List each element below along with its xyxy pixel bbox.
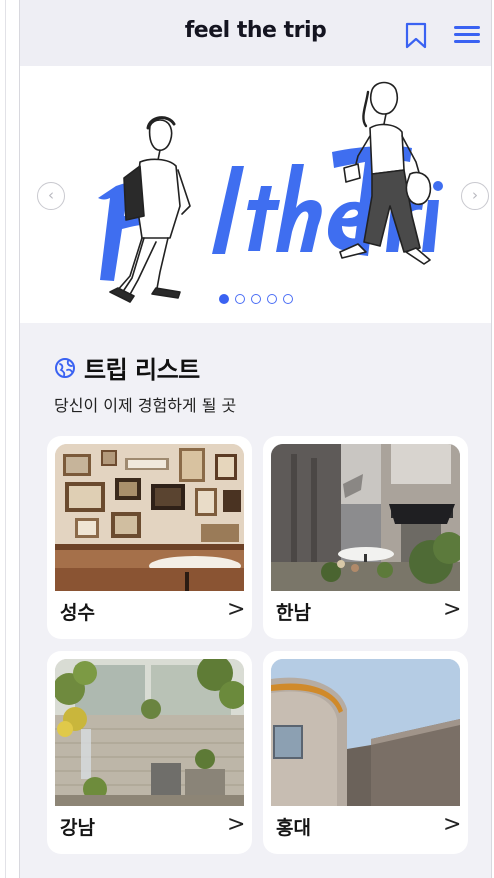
bookmark-icon xyxy=(405,22,427,49)
carousel-dot-1[interactable] xyxy=(219,294,229,304)
chevron-right-icon: > xyxy=(227,812,246,837)
chevron-right-icon: › xyxy=(472,186,478,204)
carousel-dot-3[interactable] xyxy=(251,294,261,304)
carousel-dot-2[interactable] xyxy=(235,294,245,304)
trip-card-gangnam[interactable]: 강남 > xyxy=(47,651,252,854)
trip-list-header: 트립 리스트 xyxy=(54,350,200,385)
trip-card-name: 한남 xyxy=(276,602,311,624)
chevron-right-icon: > xyxy=(227,597,246,622)
menu-button[interactable] xyxy=(451,20,483,50)
chevron-right-icon: > xyxy=(443,597,462,622)
carousel-dot-5[interactable] xyxy=(283,294,293,304)
app-screen: feel the trip ‹ › 트립 리스트 당신이 이제 경험하게 될 곳… xyxy=(20,0,491,878)
hero-banner[interactable]: ‹ › xyxy=(20,66,491,323)
app-header: feel the trip xyxy=(20,0,491,66)
carousel-dots xyxy=(219,294,293,304)
banner-illustration xyxy=(98,81,443,303)
trip-photo-hongdae xyxy=(271,659,460,806)
trip-photo-seongsu xyxy=(55,444,244,591)
left-rail xyxy=(0,0,20,878)
chevron-left-icon: ‹ xyxy=(48,186,54,204)
trip-card-name: 성수 xyxy=(60,602,95,624)
trip-photo-gangnam xyxy=(55,659,244,806)
hamburger-menu-icon xyxy=(454,26,480,43)
woman-illustration xyxy=(339,81,432,265)
carousel-prev-button[interactable]: ‹ xyxy=(37,182,65,210)
trip-card-hannam[interactable]: 한남 > xyxy=(263,436,468,639)
carousel-next-button[interactable]: › xyxy=(461,182,489,210)
globe-icon xyxy=(55,357,75,378)
trip-photo-hannam xyxy=(271,444,460,591)
carousel-dot-4[interactable] xyxy=(267,294,277,304)
section-subtitle: 당신이 이제 경험하게 될 곳 xyxy=(54,396,237,415)
chevron-right-icon: > xyxy=(443,812,462,837)
section-title: 트립 리스트 xyxy=(84,356,200,384)
bookmark-button[interactable] xyxy=(401,20,431,50)
trip-card-hongdae[interactable]: 홍대 > xyxy=(263,651,468,854)
trip-card-seongsu[interactable]: 성수 > xyxy=(47,436,252,639)
trip-card-name: 홍대 xyxy=(276,817,311,839)
trip-card-name: 강남 xyxy=(60,817,95,839)
